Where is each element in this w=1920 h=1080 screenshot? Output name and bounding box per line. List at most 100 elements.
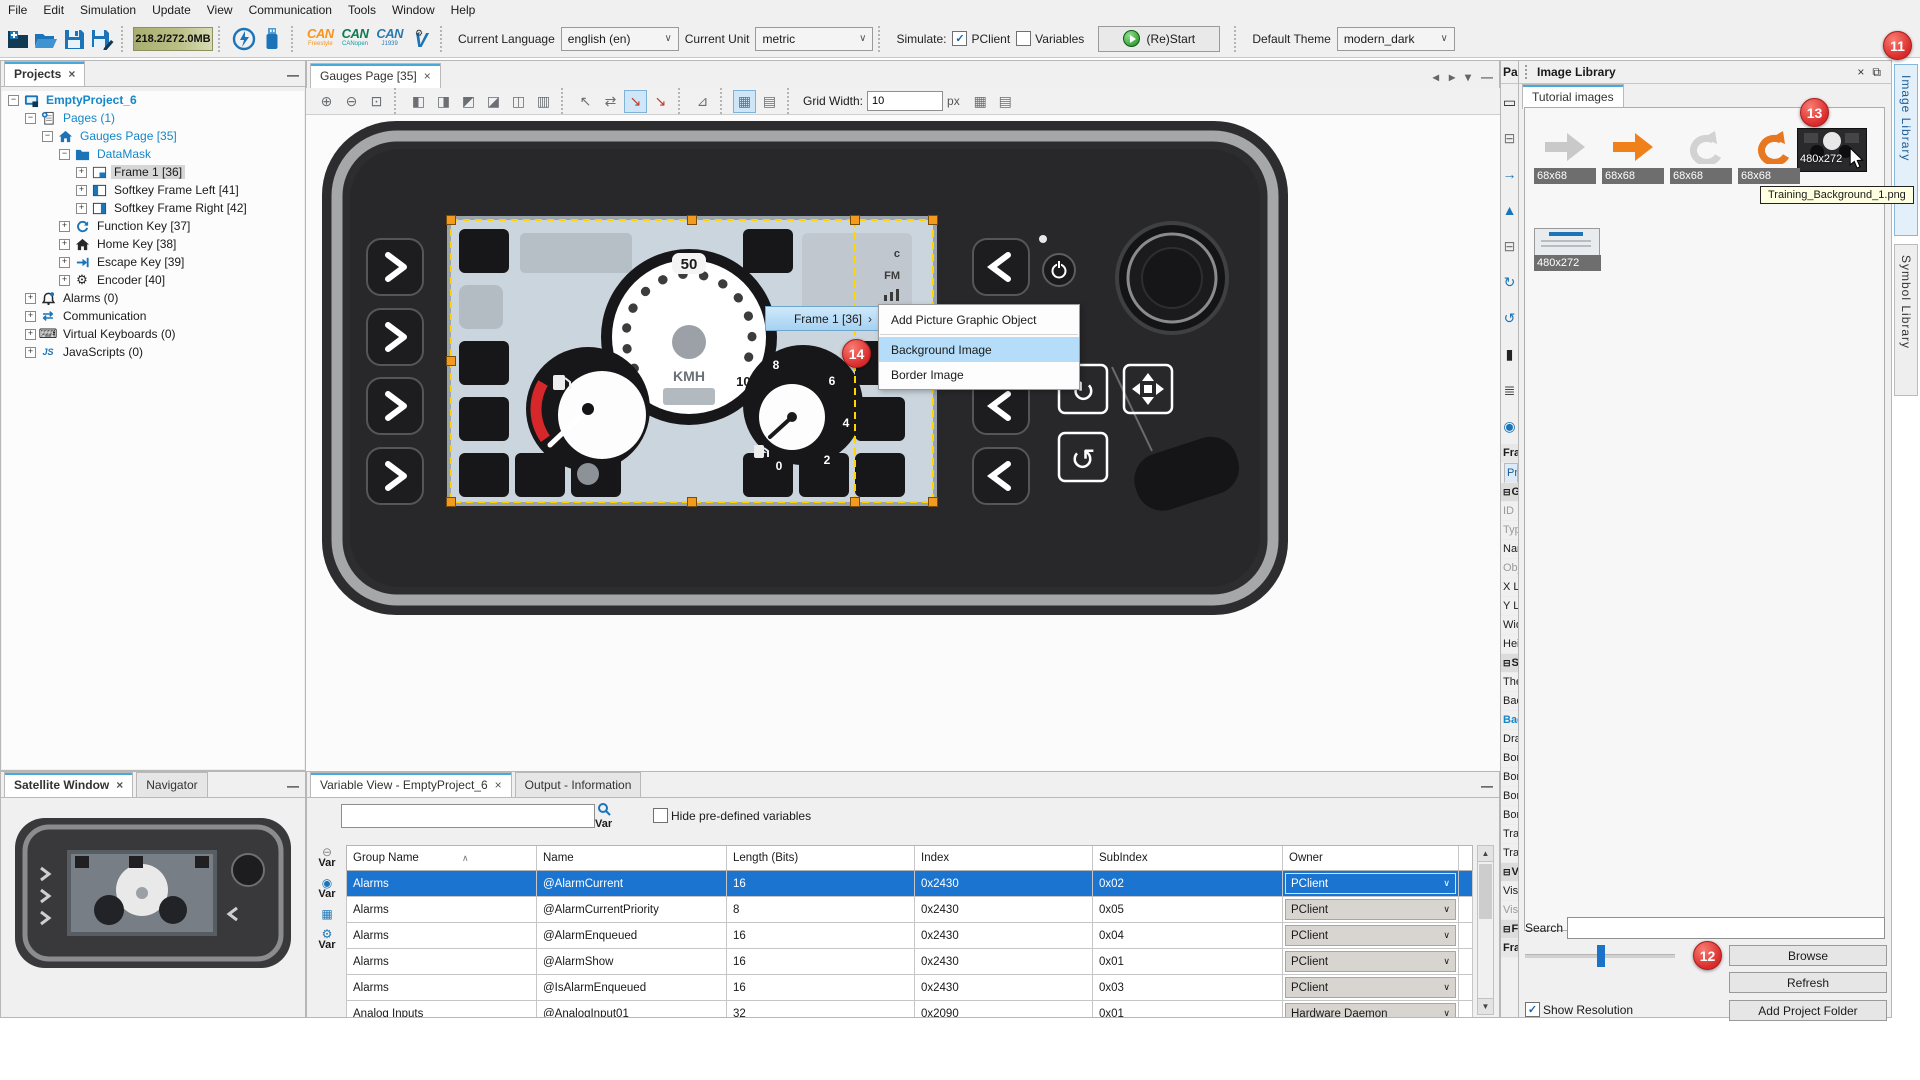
page-canvas[interactable]: ↻ ↺ c FM 50 100 KMH 8 6 4 2 0	[306, 115, 1500, 771]
property-row-bor[interactable]: Bor	[1501, 787, 1518, 806]
nav-back-icon[interactable]: ◂	[1433, 70, 1439, 84]
collapse-icon[interactable]: −	[42, 130, 53, 142]
palette-frame-icon[interactable]: ▭	[1501, 84, 1518, 120]
close-icon[interactable]: ×	[116, 778, 123, 792]
tree-item-escape-key-39[interactable]: + Escape Key [39]	[2, 253, 304, 271]
thumbnail-arrow-undo-3[interactable]: 68x68	[1738, 126, 1800, 184]
palette-group-icon[interactable]: ⊟	[1501, 228, 1518, 264]
grid-apply-a-button[interactable]: ▦	[969, 90, 992, 113]
flash-update-button[interactable]	[230, 25, 258, 53]
menu-view[interactable]: View	[199, 1, 241, 19]
align-center-h-button[interactable]: ◫	[507, 90, 530, 113]
expand-icon[interactable]: +	[25, 292, 36, 304]
menu-simulation[interactable]: Simulation	[72, 1, 144, 19]
vehicle-settings-button[interactable]: V ⚙	[407, 25, 435, 53]
table-row[interactable]: Alarms @AlarmCurrent 16 0x2430 0x02 PClient ∨	[346, 871, 1473, 897]
table-row[interactable]: Alarms @IsAlarmEnqueued 16 0x2430 0x03 PClien…	[346, 975, 1473, 1001]
slider-handle[interactable]	[1597, 945, 1605, 967]
show-resolution-checkbox[interactable]	[1525, 1002, 1540, 1017]
property-row-tra[interactable]: Tra	[1501, 844, 1518, 863]
hide-predefined-checkbox[interactable]	[653, 808, 668, 823]
scroll-up-icon[interactable]: ▲	[1478, 846, 1493, 862]
palette-arrow-right-icon[interactable]: →	[1501, 156, 1518, 192]
menu-tools[interactable]: Tools	[340, 1, 384, 19]
grid-visible-button[interactable]: ▤	[758, 90, 781, 113]
owner-select[interactable]: PClient ∨	[1285, 873, 1456, 894]
grid-snap-button[interactable]: ▦	[733, 89, 756, 113]
property-row-the[interactable]: The	[1501, 673, 1518, 692]
property-row-fra[interactable]: Fra	[1501, 939, 1518, 958]
expand-icon[interactable]: +	[76, 166, 87, 178]
tree-item-home-key-38[interactable]: + Home Key [38]	[2, 235, 304, 253]
property-row-x-l[interactable]: X L	[1501, 578, 1518, 597]
resize-smaller-button[interactable]: ↘	[624, 89, 647, 113]
column-header-group-name[interactable]: Group Name ∧	[347, 846, 537, 870]
expand-icon[interactable]: +	[59, 256, 70, 268]
property-row-pr[interactable]: Pr	[1504, 463, 1518, 483]
minimize-variables-button[interactable]: —	[1481, 779, 1493, 793]
thumbnail-arrow-right-0[interactable]: 68x68	[1534, 126, 1596, 184]
can-j1939-button[interactable]: CAN J1939	[376, 27, 403, 49]
variables-checkbox[interactable]	[1016, 31, 1032, 46]
collapse-icon[interactable]: −	[25, 112, 36, 124]
tree-item-datamask[interactable]: − DataMask	[2, 145, 304, 163]
gear-var-button[interactable]: ⚙ Var	[318, 928, 335, 951]
expand-icon[interactable]: +	[25, 310, 36, 322]
zoom-out-button[interactable]: ⊖	[340, 90, 363, 113]
scrollbar-thumb[interactable]	[1479, 864, 1492, 919]
save-button[interactable]	[60, 25, 88, 53]
thumbnail-settings-image[interactable]	[1534, 228, 1600, 256]
add-project-folder-button[interactable]: Add Project Folder	[1729, 1000, 1887, 1021]
language-select[interactable]: english (en) ∨	[560, 26, 679, 51]
property-row-tra[interactable]: Tra	[1501, 825, 1518, 844]
refresh-button[interactable]: Refresh	[1729, 972, 1887, 993]
scroll-down-icon[interactable]: ▼	[1478, 998, 1493, 1014]
float-panel-icon[interactable]: ⧉	[1868, 65, 1885, 80]
tab-variable-view[interactable]: Variable View - EmptyProject_6 ×	[310, 772, 512, 797]
align-center-v-button[interactable]: ▥	[532, 90, 555, 113]
nav-forward-icon[interactable]: ▸	[1449, 70, 1455, 84]
palette-bar-icon[interactable]: ▮	[1501, 336, 1518, 372]
minimize-editor-button[interactable]: —	[1481, 70, 1493, 84]
owner-select[interactable]: PClient ∨	[1285, 925, 1456, 946]
property-row-bor[interactable]: Bor	[1501, 806, 1518, 825]
drag-handle-icon[interactable]	[1525, 65, 1531, 79]
close-icon[interactable]: ×	[1853, 65, 1868, 79]
theme-select[interactable]: modern_dark ∨	[1336, 26, 1455, 51]
table-row[interactable]: Alarms @AlarmEnqueued 16 0x2430 0x04 PClient ∨	[346, 923, 1473, 949]
column-header-owner[interactable]: Owner	[1283, 846, 1459, 870]
tree-item-emptyproject-6[interactable]: − EmptyProject_6	[2, 91, 304, 109]
property-row-id[interactable]: ID	[1501, 502, 1518, 521]
expand-icon[interactable]: +	[59, 238, 70, 250]
can-freestyle-button[interactable]: CAN Freestyle	[307, 27, 334, 49]
tab-output-information[interactable]: Output - Information	[514, 772, 642, 797]
tab-tutorial-images[interactable]: Tutorial images	[1522, 84, 1624, 109]
palette-triangle-icon[interactable]: ▲	[1501, 192, 1518, 228]
property-row-vis[interactable]: Vis	[1501, 901, 1518, 920]
context-menu-header[interactable]: Frame 1 [36] ›	[765, 306, 879, 331]
tree-item-frame-1-36[interactable]: + Frame 1 [36]	[2, 163, 304, 181]
property-row-v[interactable]: V	[1501, 863, 1518, 882]
column-header-name[interactable]: Name	[537, 846, 727, 870]
expand-icon[interactable]: +	[25, 346, 36, 358]
unit-select[interactable]: metric ∨	[755, 26, 874, 51]
menu-help[interactable]: Help	[443, 1, 484, 19]
new-project-button[interactable]	[4, 25, 32, 53]
tree-item-encoder-40[interactable]: + ⚙ Encoder [40]	[2, 271, 304, 289]
size-steps-button[interactable]: ⊿	[691, 90, 714, 113]
sidetab-image-library[interactable]: Image Library	[1894, 64, 1918, 236]
close-icon[interactable]: ×	[68, 67, 75, 81]
sidetab-symbol-library[interactable]: Symbol Library	[1894, 244, 1918, 396]
minus-var-button[interactable]: ⊖ Var	[318, 846, 335, 869]
context-menu-item-background-image[interactable]: Background Image	[879, 337, 1079, 362]
table-row[interactable]: Alarms @AlarmCurrentPriority 8 0x2430 0x05 PC…	[346, 897, 1473, 923]
property-row-bor[interactable]: Bor	[1501, 768, 1518, 787]
column-header-index[interactable]: Index	[915, 846, 1093, 870]
thumbnail-size-slider[interactable]	[1525, 945, 1675, 967]
open-project-button[interactable]	[32, 25, 60, 53]
table-row[interactable]: Analog Inputs @AnalogInput01 32 0x2090 0x01 H…	[346, 1001, 1473, 1017]
zoom-in-button[interactable]: ⊕	[315, 90, 338, 113]
can-canopen-button[interactable]: CAN CANopen	[342, 27, 369, 49]
tree-item-softkey-frame-left-41[interactable]: + Softkey Frame Left [41]	[2, 181, 304, 199]
menu-file[interactable]: File	[0, 1, 35, 19]
